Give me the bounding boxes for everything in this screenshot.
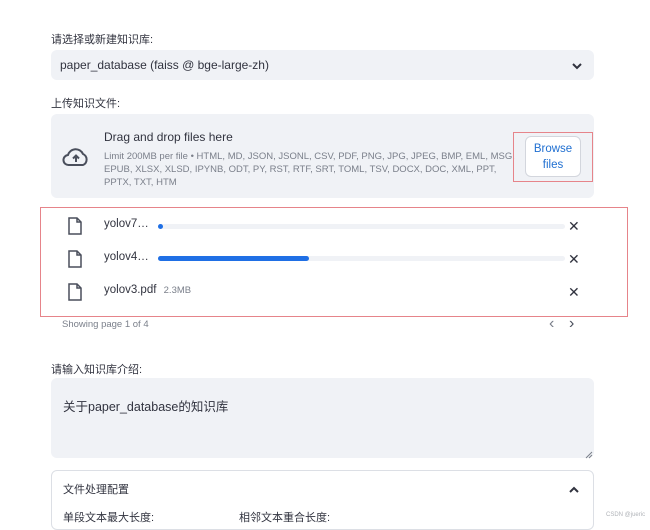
file-name-text: yolov3.pdf	[104, 284, 157, 296]
file-name: yolov4…	[104, 251, 149, 263]
kb-select-value: paper_database (faiss @ bge-large-zh)	[60, 58, 269, 72]
overlap-length-label: 相邻文本重合长度:	[239, 512, 331, 524]
browse-label-line2: files	[542, 158, 564, 171]
intro-label: 请输入知识库介绍:	[51, 364, 143, 376]
chevron-up-icon[interactable]	[569, 482, 579, 496]
remove-file-button[interactable]: ✕	[568, 285, 580, 299]
intro-textarea-value: 关于paper_database的知识库	[63, 400, 229, 414]
cloud-upload-icon	[62, 147, 90, 170]
watermark: CSDN @jueric	[606, 512, 646, 518]
upload-progress-bar	[158, 256, 565, 261]
upload-progress-fill	[158, 224, 163, 229]
chevron-down-icon	[572, 58, 582, 73]
prev-page-button[interactable]: ‹	[549, 315, 554, 333]
dropzone-title: Drag and drop files here	[104, 130, 233, 144]
pagination-text: Showing page 1 of 4	[62, 319, 149, 330]
max-length-label: 单段文本最大长度:	[63, 512, 155, 524]
file-name: yolov7…	[104, 218, 149, 230]
upload-progress-bar	[158, 224, 565, 229]
upload-label: 上传知识文件:	[51, 98, 121, 110]
kb-select-label: 请选择或新建知识库:	[51, 34, 154, 46]
expander-title: 文件处理配置	[63, 484, 129, 496]
file-icon	[68, 217, 82, 238]
file-icon	[68, 250, 82, 271]
upload-progress-fill	[158, 256, 309, 261]
browse-label-line1: Browse	[533, 142, 573, 155]
remove-file-button[interactable]: ✕	[568, 252, 580, 266]
kb-select[interactable]: paper_database (faiss @ bge-large-zh)	[51, 50, 594, 80]
remove-file-button[interactable]: ✕	[568, 219, 580, 233]
next-page-button[interactable]: ›	[569, 315, 574, 333]
dropzone-limit-text: Limit 200MB per file • HTML, MD, JSON, J…	[104, 151, 515, 188]
resize-handle-icon[interactable]	[585, 448, 593, 462]
intro-textarea[interactable]	[51, 378, 594, 458]
browse-files-button[interactable]: Browse files	[525, 136, 581, 177]
file-size: 2.3MB	[163, 285, 192, 296]
file-name: yolov3.pdf 2.3MB	[104, 284, 191, 296]
file-icon	[68, 283, 82, 304]
